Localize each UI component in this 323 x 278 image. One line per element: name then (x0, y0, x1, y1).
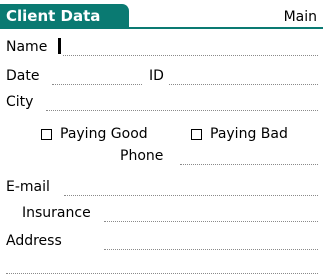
title-bar: Client Data Main (0, 0, 323, 30)
phone-field[interactable] (180, 164, 318, 165)
email-field[interactable] (64, 195, 318, 196)
text-cursor (58, 38, 61, 54)
name-label: Name (6, 39, 48, 55)
address-field-line-1[interactable] (104, 249, 318, 250)
insurance-label: Insurance (22, 205, 91, 221)
address-label: Address (6, 233, 62, 249)
name-field[interactable] (63, 55, 318, 56)
phone-label: Phone (120, 148, 164, 164)
city-label: City (6, 94, 34, 110)
paying-bad-checkbox[interactable] (191, 129, 202, 140)
title-underline (0, 27, 323, 29)
id-field[interactable] (169, 84, 318, 85)
insurance-field[interactable] (104, 221, 318, 222)
city-field[interactable] (46, 110, 318, 111)
main-menu-button[interactable]: Main (284, 8, 317, 26)
form-title[interactable]: Client Data (0, 4, 129, 28)
email-label: E-mail (6, 179, 50, 195)
id-label: ID (149, 68, 164, 84)
date-field[interactable] (52, 84, 142, 85)
paying-good-label: Paying Good (60, 126, 148, 142)
paying-bad-label: Paying Bad (210, 126, 288, 142)
address-field-line-2[interactable] (6, 273, 318, 274)
paying-good-checkbox[interactable] (41, 129, 52, 140)
date-label: Date (6, 68, 40, 84)
